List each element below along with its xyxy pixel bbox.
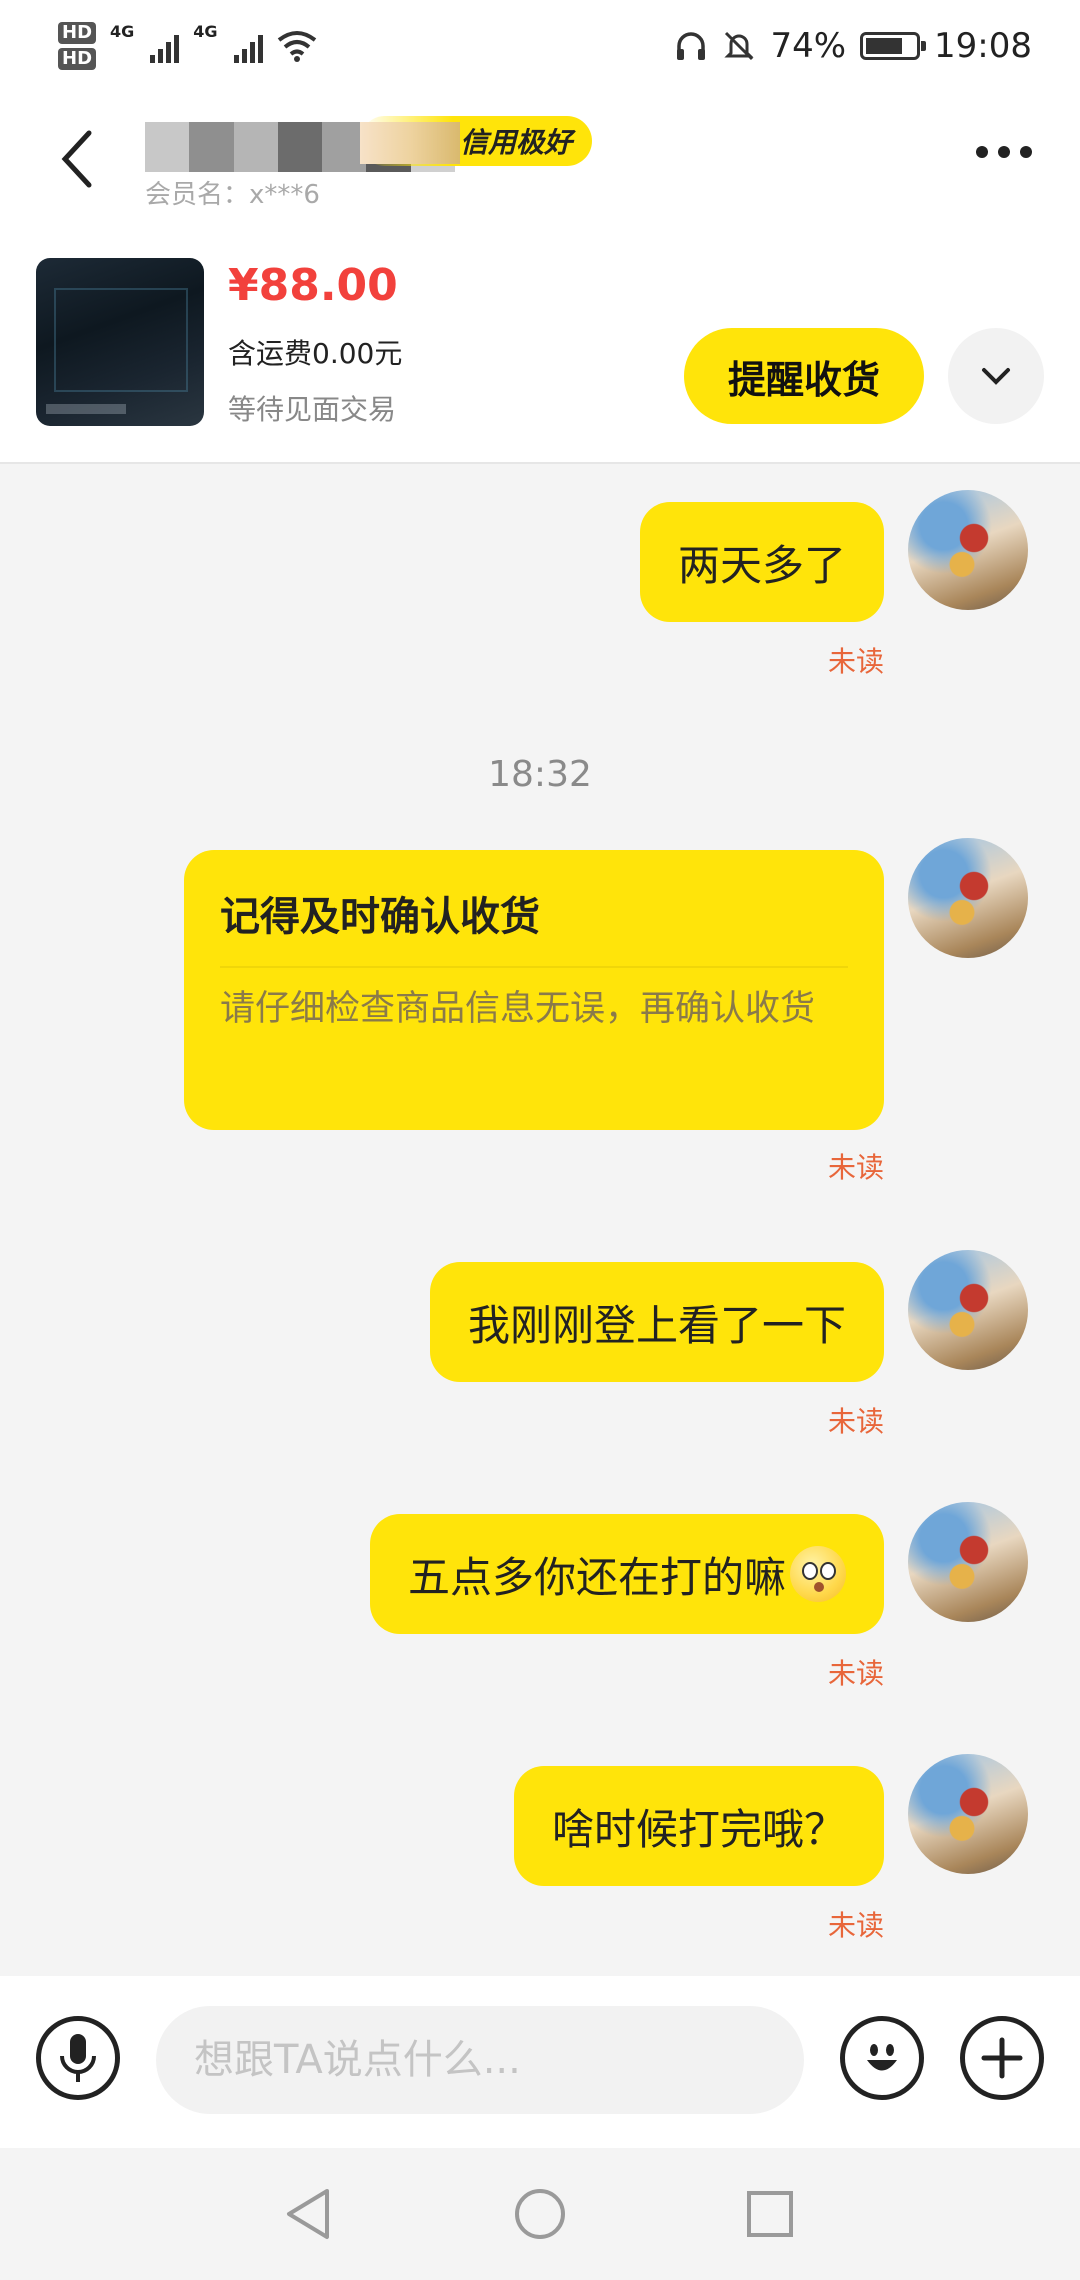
trade-status: 等待见面交易 xyxy=(228,393,397,426)
chevron-down-icon xyxy=(982,368,1010,385)
message-bubble[interactable]: 我刚刚登上看了一下 xyxy=(429,1262,884,1382)
circle-home-icon xyxy=(515,2189,565,2239)
wifi-icon xyxy=(277,31,316,62)
message-bubble[interactable]: 五点多你还在打的嘛 xyxy=(369,1514,884,1634)
expand-button[interactable] xyxy=(948,328,1044,424)
battery-percent: 74% xyxy=(770,26,847,66)
card-title: 记得及时确认收货 xyxy=(220,884,848,968)
add-button[interactable] xyxy=(960,2016,1044,2100)
mute-bell-icon xyxy=(724,31,755,61)
network-type-2: 4G xyxy=(193,22,218,41)
system-nav-bar xyxy=(0,2148,1080,2280)
chat-header: 信用极好 会员名：x***6 xyxy=(0,92,1080,242)
unread-status: 未读 xyxy=(827,1151,884,1184)
message-text: 啥时候打完哦？ xyxy=(551,1804,846,1854)
remind-receipt-button[interactable]: 提醒收货 xyxy=(684,328,924,424)
thinking-face-emoji xyxy=(790,1546,846,1602)
product-thumbnail[interactable] xyxy=(36,258,204,426)
back-button[interactable] xyxy=(52,124,102,194)
avatar[interactable] xyxy=(908,838,1028,958)
signal-icon xyxy=(150,29,180,63)
clock: 19:08 xyxy=(934,26,1032,66)
message-text: 我刚刚登上看了一下 xyxy=(467,1300,846,1350)
avatar[interactable] xyxy=(908,1502,1028,1622)
member-name: 会员名：x***6 xyxy=(145,180,320,210)
unread-status: 未读 xyxy=(827,1909,884,1942)
plus-icon xyxy=(981,2037,1023,2079)
shipping-fee: 含运费0.00元 xyxy=(228,337,403,370)
more-dots-icon xyxy=(1020,146,1032,158)
unread-status: 未读 xyxy=(827,645,884,678)
card-body: 请仔细检查商品信息无误，再确认收货 xyxy=(220,989,816,1029)
unread-status: 未读 xyxy=(827,1657,884,1690)
emoji-button[interactable] xyxy=(840,2016,924,2100)
network-type-1: 4G xyxy=(110,22,135,41)
smiley-icon xyxy=(867,2044,897,2071)
message-input[interactable] xyxy=(156,2006,804,2114)
input-bar xyxy=(0,1976,1080,2148)
square-recent-icon xyxy=(747,2191,793,2237)
microphone-icon xyxy=(60,2034,96,2082)
nav-home-button[interactable] xyxy=(510,2184,570,2244)
more-dots-icon xyxy=(976,146,988,158)
status-left: HD HD 4G 4G xyxy=(58,22,317,70)
status-bar: HD HD 4G 4G 74% 19:08 xyxy=(0,0,1080,92)
more-button[interactable] xyxy=(976,146,1032,158)
hd-badge-1: HD xyxy=(58,22,97,44)
triangle-back-icon xyxy=(287,2189,329,2239)
nav-back-button[interactable] xyxy=(278,2184,338,2244)
voice-button[interactable] xyxy=(36,2016,120,2100)
battery-icon xyxy=(860,32,927,60)
confirm-receipt-card[interactable]: 记得及时确认收货 请仔细检查商品信息无误，再确认收货 xyxy=(184,850,884,1130)
product-card[interactable]: ¥88.00 含运费0.00元 等待见面交易 提醒收货 xyxy=(0,242,1080,464)
headphones-icon xyxy=(677,32,706,60)
avatar[interactable] xyxy=(908,1754,1028,1874)
message-text: 两天多了 xyxy=(677,540,846,590)
message-bubble[interactable]: 啥时候打完哦？ xyxy=(513,1766,884,1886)
message-bubble[interactable]: 两天多了 xyxy=(639,502,884,622)
avatar[interactable] xyxy=(908,1250,1028,1370)
chevron-left-icon xyxy=(61,130,92,188)
unread-status: 未读 xyxy=(827,1405,884,1438)
status-right: 74% 19:08 xyxy=(674,26,1032,66)
nav-recent-button[interactable] xyxy=(740,2184,800,2244)
chat-messages[interactable]: 两天多了 未读 18:32 记得及时确认收货 请仔细检查商品信息无误，再确认收货… xyxy=(0,464,1080,1976)
hd-badge-2: HD xyxy=(58,48,97,70)
hd-indicators: HD HD xyxy=(58,22,97,70)
more-dots-icon xyxy=(998,146,1010,158)
blurred-badge-prefix xyxy=(360,122,460,164)
signal-icon xyxy=(233,29,263,63)
message-text: 五点多你还在打的嘛 xyxy=(407,1552,786,1602)
time-divider: 18:32 xyxy=(488,754,592,795)
product-price: ¥88.00 xyxy=(228,260,398,311)
avatar[interactable] xyxy=(908,490,1028,610)
